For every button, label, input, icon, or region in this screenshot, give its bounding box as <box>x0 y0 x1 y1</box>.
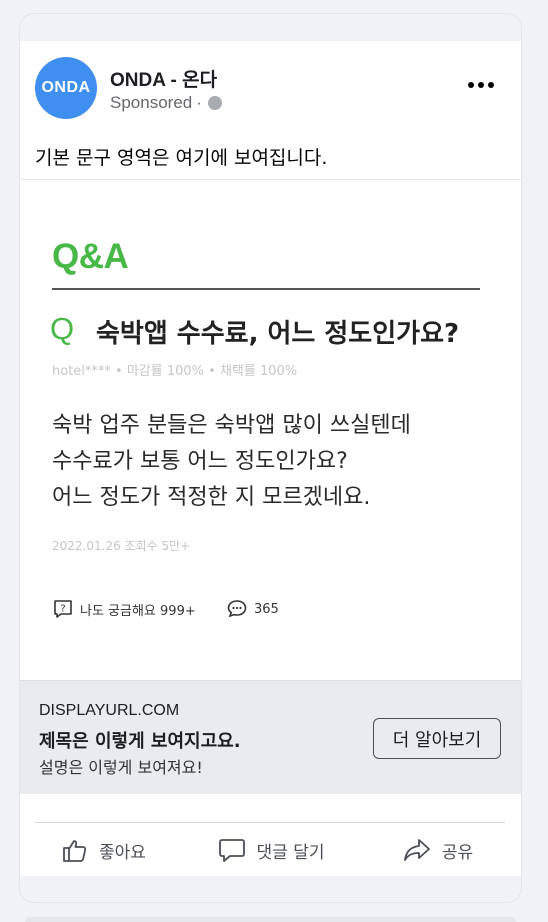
curious-label: 나도 궁금해요 999+ <box>80 603 196 619</box>
dot-icon <box>468 82 474 88</box>
question-body-line: 수수료가 보통 어느 정도인가요? <box>52 449 348 474</box>
thumbs-up-icon <box>63 840 87 862</box>
dot-icon <box>478 82 484 88</box>
question-meta: hotel**** • 마감률 100% • 채택률 100% <box>52 364 298 379</box>
ad-image[interactable]: Q&A Q 숙박앱 수수료, 어느 정도인가요? hotel**** • 마감률… <box>20 180 521 680</box>
comment-count: 365 <box>226 598 279 620</box>
learn-more-button[interactable]: 더 알아보기 <box>373 718 501 759</box>
comment-label: 댓글 달기 <box>256 842 325 863</box>
primary-text: 기본 문구 영역은 여기에 보여집니다. <box>35 147 328 169</box>
share-button[interactable]: 공유 <box>354 825 521 875</box>
more-options-button[interactable] <box>468 75 498 95</box>
dot-icon <box>488 82 494 88</box>
sponsored-post: ONDA ONDA - 온다 Sponsored · 기본 문구 영역은 여기에… <box>20 41 521 876</box>
question-icon: ? <box>54 600 72 618</box>
avatar-logo-text: ONDA <box>41 79 91 96</box>
ad-card: ONDA ONDA - 온다 Sponsored · 기본 문구 영역은 여기에… <box>20 14 521 902</box>
curious-count: ? 나도 궁금해요 999+ <box>52 598 196 620</box>
question-body-line: 숙박 업주 분들은 숙박앱 많이 쓰실텐데 <box>52 413 411 438</box>
display-url: DISPLAYURL.COM <box>39 702 180 719</box>
dot-separator: · <box>196 93 202 112</box>
avatar[interactable]: ONDA <box>35 57 97 119</box>
link-description: 설명은 이렇게 보여져요! <box>39 758 203 777</box>
share-label: 공유 <box>441 842 474 863</box>
action-bar: 좋아요 댓글 달기 공유 <box>20 825 521 875</box>
link-headline: 제목은 이렇게 보여지고요. <box>39 731 241 752</box>
like-label: 좋아요 <box>99 842 146 863</box>
question-title: 숙박앱 수수료, 어느 정도인가요? <box>96 319 460 349</box>
chat-bubble-icon <box>227 600 247 618</box>
sponsored-label[interactable]: Sponsored <box>110 93 192 113</box>
sponsored-line: Sponsored · <box>110 93 222 113</box>
globe-icon <box>207 96 222 110</box>
page-name[interactable]: ONDA - 온다 <box>110 65 217 92</box>
comment-count-label: 365 <box>254 601 279 617</box>
question-mark: Q <box>50 311 75 346</box>
svg-text:?: ? <box>60 604 65 615</box>
question-body: 숙박 업주 분들은 숙박앱 많이 쓰실텐데 수수료가 보통 어느 정도인가요? … <box>52 408 411 516</box>
next-card-edge <box>25 917 516 922</box>
like-button[interactable]: 좋아요 <box>20 825 187 875</box>
title-rule <box>52 288 480 290</box>
divider <box>35 822 505 823</box>
qa-title: Q&A <box>52 237 129 276</box>
comment-button[interactable]: 댓글 달기 <box>187 825 354 875</box>
question-body-line: 어느 정도가 적정한 지 모르겠네요. <box>52 485 371 510</box>
share-icon <box>403 839 430 861</box>
link-info-bar[interactable]: DISPLAYURL.COM 제목은 이렇게 보여지고요. 설명은 이렇게 보여… <box>20 680 521 794</box>
question-date: 2022.01.26 조회수 5만+ <box>52 539 191 553</box>
comment-icon <box>218 839 245 862</box>
